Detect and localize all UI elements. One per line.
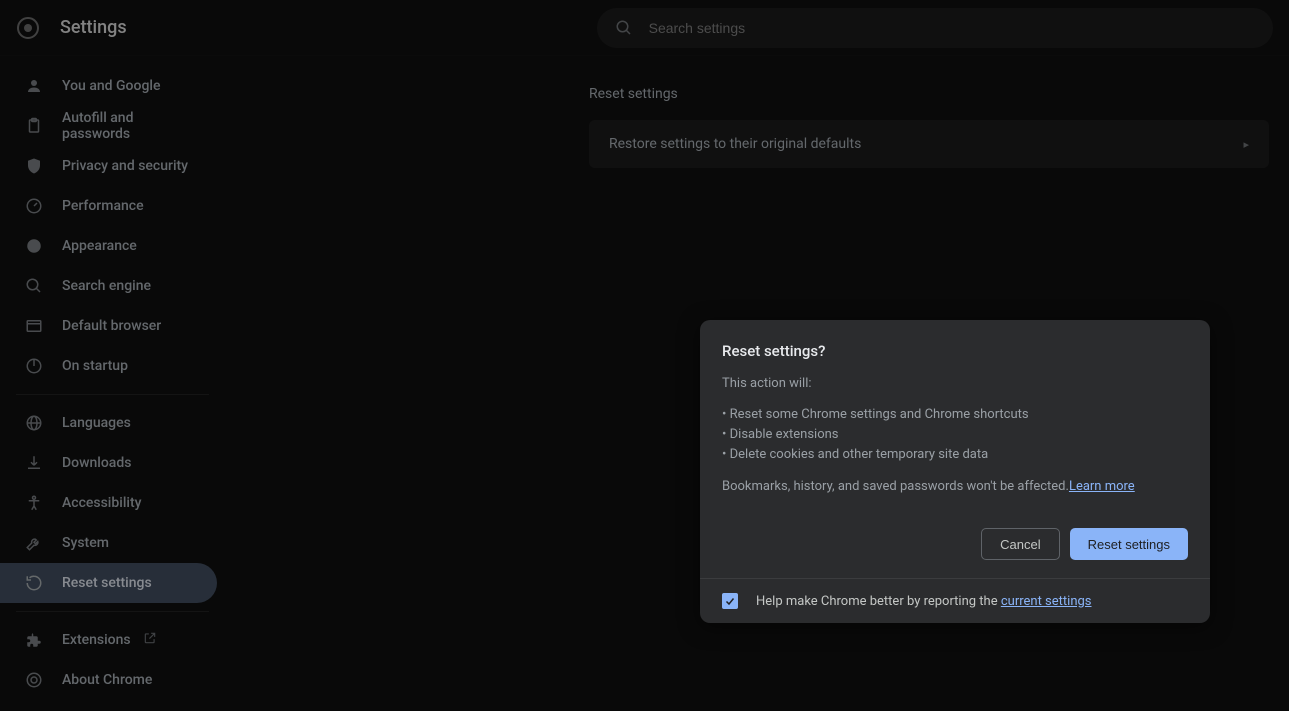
nav-label: Performance bbox=[62, 198, 144, 214]
sidebar-item-reset-settings[interactable]: Reset settings bbox=[0, 563, 217, 603]
sidebar-item-search-engine[interactable]: Search engine bbox=[0, 266, 229, 306]
sidebar-item-you-and-google[interactable]: You and Google bbox=[0, 66, 229, 106]
sidebar-item-extensions[interactable]: Extensions bbox=[0, 620, 229, 660]
help-text: Help make Chrome better by reporting the… bbox=[756, 594, 1092, 609]
sidebar-item-on-startup[interactable]: On startup bbox=[0, 346, 229, 386]
nav-label: Autofill and passwords bbox=[62, 110, 205, 142]
power-icon bbox=[24, 356, 44, 376]
chrome-logo-icon bbox=[16, 16, 40, 40]
sidebar-item-privacy[interactable]: Privacy and security bbox=[0, 146, 229, 186]
wrench-icon bbox=[24, 533, 44, 553]
extension-icon bbox=[24, 630, 44, 650]
sidebar-item-performance[interactable]: Performance bbox=[0, 186, 229, 226]
nav-label: Languages bbox=[62, 415, 131, 431]
sidebar-item-downloads[interactable]: Downloads bbox=[0, 443, 229, 483]
cancel-button[interactable]: Cancel bbox=[981, 528, 1059, 560]
nav-label: Downloads bbox=[62, 455, 131, 471]
palette-icon bbox=[24, 236, 44, 256]
current-settings-link[interactable]: current settings bbox=[1001, 594, 1092, 609]
nav-label: Default browser bbox=[62, 318, 161, 334]
dialog-title: Reset settings? bbox=[722, 342, 1188, 360]
search-icon bbox=[24, 276, 44, 296]
nav-label: Accessibility bbox=[62, 495, 141, 511]
globe-icon bbox=[24, 413, 44, 433]
dialog-bullet: • Disable extensions bbox=[722, 425, 1188, 445]
sidebar-nav: You and Google Autofill and passwords Pr… bbox=[0, 56, 229, 711]
clipboard-icon bbox=[24, 116, 44, 136]
sidebar-item-appearance[interactable]: Appearance bbox=[0, 226, 229, 266]
nav-label: Search engine bbox=[62, 278, 151, 294]
nav-label: About Chrome bbox=[62, 672, 152, 688]
browser-icon bbox=[24, 316, 44, 336]
check-icon bbox=[724, 595, 736, 607]
section-title: Reset settings bbox=[589, 86, 1269, 102]
download-icon bbox=[24, 453, 44, 473]
nav-label: Reset settings bbox=[62, 575, 152, 591]
restore-defaults-row[interactable]: Restore settings to their original defau… bbox=[589, 120, 1269, 168]
person-icon bbox=[24, 76, 44, 96]
reset-settings-button[interactable]: Reset settings bbox=[1070, 528, 1188, 560]
sidebar-item-default-browser[interactable]: Default browser bbox=[0, 306, 229, 346]
nav-divider bbox=[16, 611, 209, 612]
external-link-icon bbox=[143, 631, 157, 649]
sidebar-item-languages[interactable]: Languages bbox=[0, 403, 229, 443]
nav-label: On startup bbox=[62, 358, 128, 374]
page-title: Settings bbox=[60, 17, 127, 38]
restore-icon bbox=[24, 573, 44, 593]
app-header: Settings bbox=[0, 0, 1289, 56]
nav-label: Privacy and security bbox=[62, 158, 188, 174]
dialog-footnote: Bookmarks, history, and saved passwords … bbox=[722, 479, 1188, 494]
shield-icon bbox=[24, 156, 44, 176]
search-icon bbox=[615, 19, 633, 37]
speedometer-icon bbox=[24, 196, 44, 216]
restore-label: Restore settings to their original defau… bbox=[609, 136, 861, 152]
report-checkbox[interactable] bbox=[722, 593, 738, 609]
sidebar-item-accessibility[interactable]: Accessibility bbox=[0, 483, 229, 523]
chevron-right-icon: ▸ bbox=[1243, 138, 1249, 151]
dialog-intro: This action will: bbox=[722, 376, 1188, 391]
reset-settings-dialog: Reset settings? This action will: • Rese… bbox=[700, 320, 1210, 623]
nav-label: System bbox=[62, 535, 109, 551]
learn-more-link[interactable]: Learn more bbox=[1069, 479, 1135, 494]
dialog-bullet: • Reset some Chrome settings and Chrome … bbox=[722, 405, 1188, 425]
accessibility-icon bbox=[24, 493, 44, 513]
nav-label: Extensions bbox=[62, 632, 131, 648]
sidebar-item-autofill[interactable]: Autofill and passwords bbox=[0, 106, 229, 146]
nav-label: Appearance bbox=[62, 238, 137, 254]
search-input[interactable] bbox=[649, 20, 1255, 36]
chrome-icon bbox=[24, 670, 44, 690]
dialog-bullet: • Delete cookies and other temporary sit… bbox=[722, 445, 1188, 465]
nav-divider bbox=[16, 394, 209, 395]
sidebar-item-system[interactable]: System bbox=[0, 523, 229, 563]
nav-label: You and Google bbox=[62, 78, 160, 94]
search-settings-box[interactable] bbox=[597, 8, 1273, 48]
sidebar-item-about-chrome[interactable]: About Chrome bbox=[0, 660, 229, 700]
